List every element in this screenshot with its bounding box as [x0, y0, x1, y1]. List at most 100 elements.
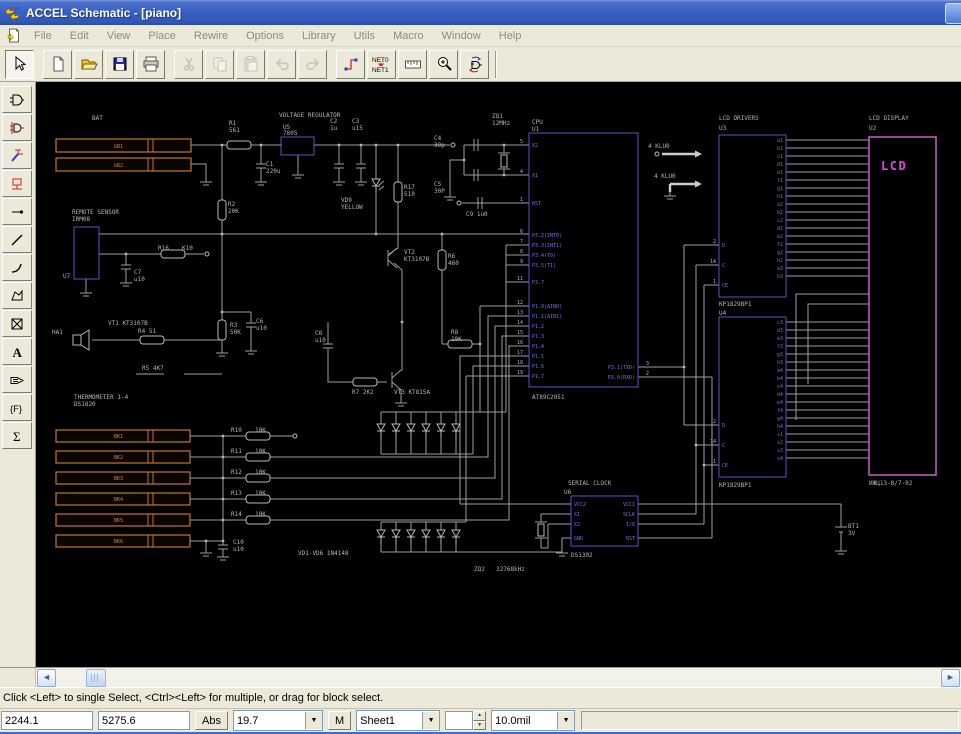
menu-library[interactable]: Library: [293, 27, 345, 45]
measure-button[interactable]: [398, 50, 427, 79]
schematic-drawing[interactable]: GB1GB2BK1BK2BK3BK4BK5BK6BATR1561VOLTAGE …: [36, 82, 961, 667]
sheet-dropdown-icon[interactable]: ▼: [422, 712, 439, 729]
schematic-label: R14: [231, 511, 242, 518]
junction-dot: [703, 464, 706, 467]
menu-window[interactable]: Window: [433, 27, 490, 45]
sheet-combo[interactable]: Sheet1 ▼: [356, 710, 440, 731]
gnd-symbol: [200, 178, 212, 185]
zoom-window-button[interactable]: [429, 50, 458, 79]
schematic-label: 7805: [283, 130, 298, 137]
wire: [796, 294, 869, 420]
menu-file[interactable]: File: [25, 27, 61, 45]
undo-button[interactable]: [267, 50, 296, 79]
remote-sensor-box: [74, 227, 99, 279]
menu-edit[interactable]: Edit: [61, 27, 98, 45]
horizontal-scrollbar[interactable]: ◄ ►: [36, 668, 961, 687]
open-button[interactable]: [74, 50, 103, 79]
schematic-label: 4: [520, 169, 523, 175]
cut-button[interactable]: [174, 50, 203, 79]
spin-down-icon[interactable]: ▼: [473, 721, 486, 731]
spin-value-field[interactable]: [445, 711, 473, 730]
grid-dropdown-icon[interactable]: ▼: [557, 712, 574, 729]
schematic-label: U7: [63, 273, 71, 280]
place-wire-button[interactable]: [2, 142, 32, 169]
junction-dot: [222, 456, 225, 459]
paste-icon: [242, 55, 260, 73]
copy-button[interactable]: [205, 50, 234, 79]
y-coordinate-field[interactable]: 5275.6: [98, 711, 190, 730]
schematic-label: SERIAL CLOCK: [568, 480, 612, 487]
place-attribute-button[interactable]: [2, 366, 32, 393]
utils-erc-button[interactable]: [460, 50, 489, 79]
place-port-button[interactable]: [2, 170, 32, 197]
title-bar[interactable]: ACCEL Schematic - [piano]: [0, 0, 961, 25]
schematic-label: P3.1(TXD): [608, 365, 635, 371]
schematic-label: U3: [719, 125, 727, 132]
ruler-icon: [404, 55, 422, 73]
menu-place[interactable]: Place: [139, 27, 185, 45]
dv-symbol: [377, 424, 385, 438]
menu-macro[interactable]: Macro: [384, 27, 433, 45]
schematic-label: AT89C2051: [532, 394, 565, 401]
lcd-driver-2-box: [719, 317, 786, 477]
schematic-label: 1: [520, 197, 523, 203]
schematic-label: 17: [517, 350, 523, 356]
formula-button[interactable]: Σ: [2, 422, 32, 449]
schematic-label: VT1 KT3107B: [108, 320, 148, 327]
menu-rewire[interactable]: Rewire: [185, 27, 237, 45]
place-text-button[interactable]: A: [2, 338, 32, 365]
schematic-label: U4: [719, 310, 727, 317]
schematic-label: 14: [517, 320, 523, 326]
scrollbar-thumb[interactable]: [86, 669, 106, 687]
select-button[interactable]: [5, 50, 34, 79]
zoom-level-combo[interactable]: 19.7 ▼: [233, 710, 323, 731]
macro-button[interactable]: M: [328, 711, 351, 730]
print-button[interactable]: [136, 50, 165, 79]
junction-dot: [375, 233, 378, 236]
grid-spacing-combo[interactable]: 10.0mil ▼: [491, 710, 575, 731]
schematic-label: P1.2: [532, 324, 544, 330]
tool-palette: A {F}Σ: [0, 82, 36, 667]
zoom-dropdown-icon[interactable]: ▼: [305, 712, 322, 729]
schematic-label: C8: [315, 330, 323, 337]
place-part-button[interactable]: [2, 86, 32, 113]
window-control-partial-button[interactable]: [945, 3, 961, 24]
junction-dot: [222, 540, 225, 543]
place-arc-button[interactable]: [2, 254, 32, 281]
schematic-label: e4: [777, 400, 783, 406]
rename-net-button[interactable]: NET0NET1: [367, 50, 396, 79]
schematic-label: VD1-VD6 1N4148: [298, 550, 349, 557]
scroll-right-button[interactable]: ►: [941, 669, 960, 687]
schematic-label: g1: [777, 186, 783, 192]
schematic-label: f4: [777, 408, 783, 414]
schematic-label: f3: [777, 344, 783, 350]
menu-options[interactable]: Options: [237, 27, 293, 45]
menu-help[interactable]: Help: [490, 27, 531, 45]
paste-button[interactable]: [236, 50, 265, 79]
junction-dot: [260, 144, 263, 147]
menu-view[interactable]: View: [98, 27, 140, 45]
menu-utils[interactable]: Utils: [345, 27, 384, 45]
schematic-canvas[interactable]: GB1GB2BK1BK2BK3BK4BK5BK6BATR1561VOLTAGE …: [36, 82, 961, 667]
place-pin-button[interactable]: [2, 198, 32, 225]
document-icon[interactable]: [5, 28, 22, 44]
place-line-button[interactable]: [2, 226, 32, 253]
place-gate-button[interactable]: [2, 114, 32, 141]
abs-rel-button[interactable]: Abs: [195, 711, 228, 730]
schematic-label: s2: [777, 440, 783, 446]
place-box-button[interactable]: [2, 310, 32, 337]
place-field-button[interactable]: {F}: [2, 394, 32, 421]
redo-button[interactable]: [298, 50, 327, 79]
place-attribute-icon: [9, 372, 25, 388]
spinner[interactable]: ▲ ▼: [473, 711, 486, 730]
save-button[interactable]: [105, 50, 134, 79]
scroll-left-button[interactable]: ◄: [37, 669, 56, 687]
spin-up-icon[interactable]: ▲: [473, 711, 486, 721]
new-button[interactable]: [43, 50, 72, 79]
schematic-label: DS1302: [571, 552, 593, 559]
x-coordinate-field[interactable]: 2244.1: [1, 711, 93, 730]
place-polygon-button[interactable]: [2, 282, 32, 309]
place-wire-button[interactable]: [336, 50, 365, 79]
schematic-label: e2: [777, 234, 783, 240]
dv-symbol: [392, 424, 400, 438]
